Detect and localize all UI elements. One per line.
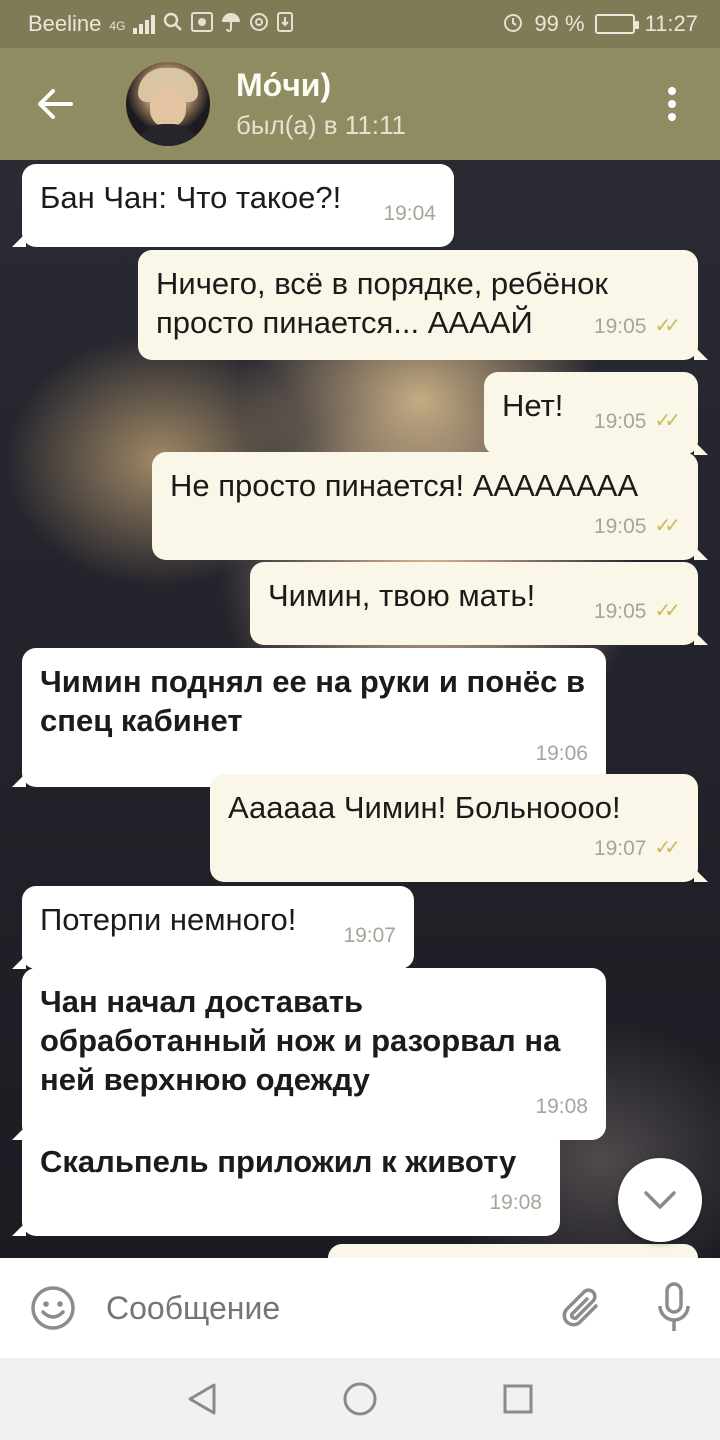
message-bubble-partial[interactable] [328, 1244, 698, 1258]
mic-icon [658, 1282, 690, 1331]
message-meta: 19:05 ✓✓ [593, 307, 681, 346]
message-input[interactable] [106, 1258, 536, 1358]
last-seen-status: был(а) в 11:11 [236, 110, 406, 140]
nav-back-icon [188, 1383, 216, 1415]
read-ticks-icon: ✓✓ [654, 837, 680, 859]
signal-icon [133, 14, 156, 34]
contact-name: Мо́чи) [236, 67, 332, 103]
chat-header: Мо́чи) был(а) в 11:11 [0, 48, 720, 160]
network-type-label: 4G [109, 19, 126, 33]
message-text: Чан начал доставать обработанный нож и р… [40, 984, 561, 1097]
message-input-bar [0, 1258, 720, 1358]
umbrella-icon [221, 12, 241, 36]
chat-area[interactable]: Бан Чан: Что такое?! 19:04 Ничего, всё в… [0, 160, 720, 1258]
clock: 11:27 [644, 11, 698, 36]
more-options-button[interactable] [624, 48, 720, 160]
message-text: Не просто пинается! АААААААА [170, 468, 639, 503]
message-text: Бан Чан: Что такое?! [40, 180, 342, 215]
message-meta: 19:05 ✓✓ [593, 402, 681, 441]
emoji-button[interactable] [0, 1258, 106, 1358]
nav-back-button[interactable] [178, 1375, 226, 1423]
status-left: Beeline 4G [28, 11, 294, 37]
system-nav-bar [0, 1358, 720, 1440]
search-icon [163, 12, 183, 36]
message-bubble[interactable]: Ничего, всё в порядке, ребёнок просто пи… [138, 250, 708, 360]
nav-home-button[interactable] [336, 1375, 384, 1423]
alarm-icon [502, 11, 524, 37]
battery-percent: 99 % [534, 11, 585, 36]
at-icon [249, 12, 269, 36]
message-bubble[interactable]: Чимин поднял ее на руки и понёс в спец к… [12, 648, 606, 787]
message-time: 19:08 [535, 1095, 588, 1118]
attach-button[interactable] [536, 1258, 628, 1358]
message-text: Чимин, твою мать! [268, 578, 536, 613]
read-ticks-icon: ✓✓ [654, 600, 680, 622]
message-time: 19:04 [383, 202, 436, 225]
message-time: 19:05 [593, 410, 647, 433]
avatar[interactable] [126, 62, 210, 146]
message-meta: 19:07 ✓✓ [246, 829, 681, 868]
chevron-down-icon [644, 1191, 676, 1209]
message-meta: 19:07 [343, 916, 396, 955]
message-time: 19:05 [593, 515, 647, 538]
message-bubble[interactable]: Чан начал доставать обработанный нож и р… [12, 968, 606, 1140]
emoji-icon [31, 1286, 75, 1330]
message-bubble[interactable]: Аааааа Чимин! Больноооо! 19:07 ✓✓ [210, 774, 708, 882]
message-meta: 19:05 ✓✓ [593, 592, 681, 631]
more-vertical-icon [668, 87, 676, 121]
message-meta: 19:06 [58, 734, 588, 773]
contact-info[interactable]: Мо́чи) был(а) в 11:11 [236, 67, 406, 141]
status-bar: Beeline 4G 99 % 11:27 [0, 0, 720, 48]
message-meta: 19:08 [58, 1183, 542, 1222]
read-ticks-icon: ✓✓ [654, 410, 680, 432]
attach-icon [562, 1288, 598, 1327]
message-text: Нет! [502, 388, 564, 423]
read-ticks-icon: ✓✓ [654, 515, 680, 537]
message-time: 19:05 [593, 600, 647, 623]
read-ticks-icon: ✓✓ [654, 315, 680, 337]
nav-home-icon [343, 1382, 377, 1416]
message-time: 19:07 [343, 924, 396, 947]
battery-icon [594, 14, 639, 34]
message-time: 19:07 [593, 837, 647, 860]
scroll-down-button[interactable] [618, 1158, 702, 1242]
message-text: Потерпи немного! [40, 902, 297, 937]
message-bubble[interactable]: Потерпи немного! 19:07 [12, 886, 414, 969]
status-right: 99 % 11:27 [502, 11, 698, 37]
message-bubble[interactable]: Скальпель приложил к животу 19:08 [12, 1128, 560, 1236]
microphone-button[interactable] [628, 1258, 720, 1358]
message-meta: 19:05 ✓✓ [188, 507, 681, 546]
message-meta: 19:04 [383, 194, 436, 233]
message-text: Скальпель приложил к животу [40, 1144, 517, 1179]
message-text: Чимин поднял ее на руки и понёс в спец к… [40, 664, 586, 738]
nav-recents-icon [503, 1384, 533, 1414]
gallery-icon [191, 12, 214, 36]
message-time: 19:06 [535, 742, 588, 765]
carrier-label: Beeline [28, 11, 102, 36]
message-text: Аааааа Чимин! Больноооо! [228, 790, 621, 825]
back-button[interactable] [0, 48, 110, 160]
back-arrow-icon [38, 89, 73, 119]
message-bubble[interactable]: Не просто пинается! АААААААА 19:05 ✓✓ [152, 452, 708, 560]
message-text: Ничего, всё в порядке, ребёнок просто пи… [156, 266, 608, 340]
message-bubble[interactable]: Чимин, твою мать! 19:05 ✓✓ [250, 562, 708, 645]
nav-recents-button[interactable] [494, 1375, 542, 1423]
message-bubble[interactable]: Бан Чан: Что такое?! 19:04 [12, 164, 454, 247]
message-time: 19:08 [489, 1191, 542, 1214]
message-time: 19:05 [593, 315, 647, 338]
message-bubble[interactable]: Нет! 19:05 ✓✓ [484, 372, 708, 455]
download-icon [277, 12, 294, 36]
